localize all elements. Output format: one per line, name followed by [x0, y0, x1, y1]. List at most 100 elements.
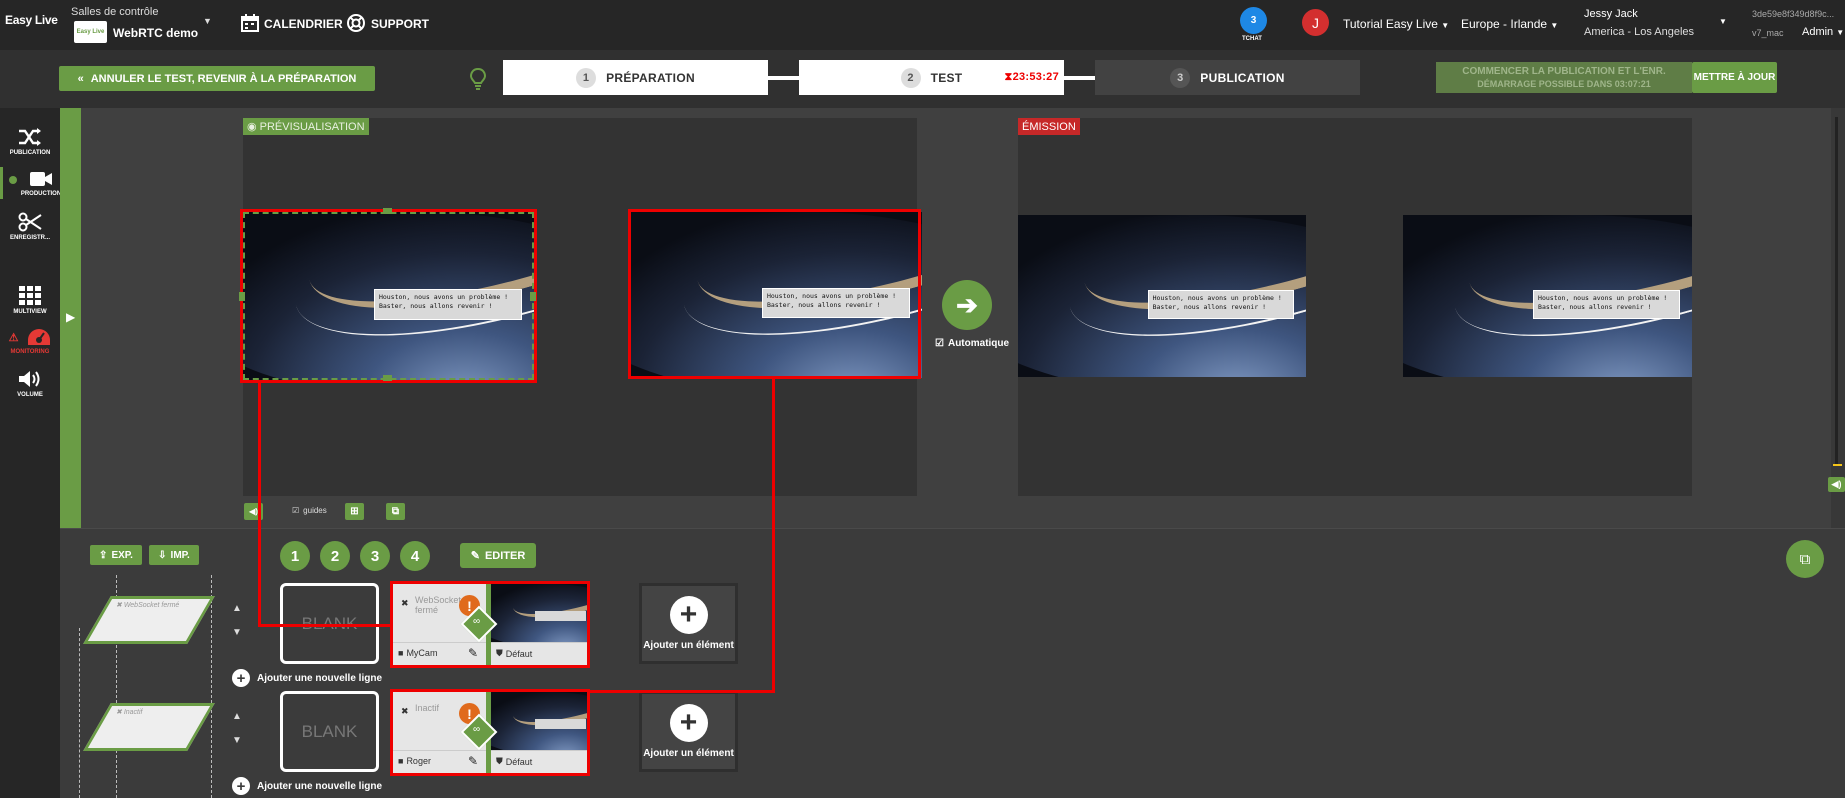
step-test[interactable]: 2 TEST ⧗23:53:27 — [799, 60, 1064, 95]
chevron-down-icon: ▼ — [1836, 28, 1845, 37]
link-icon: ∞ — [473, 724, 481, 735]
cancel-test-button[interactable]: «ANNULER LE TEST, REVENIR À LA PRÉPARATI… — [59, 66, 375, 91]
resize-handle[interactable] — [239, 292, 245, 301]
connector-line — [772, 378, 775, 693]
speaker-icon — [18, 369, 42, 389]
source-thumbnail — [490, 584, 587, 642]
plus-circle-icon: + — [232, 777, 250, 795]
sidebar-item-publication[interactable]: PUBLICATION — [0, 127, 60, 156]
speaker-icon[interactable]: ◀) — [1828, 477, 1845, 492]
camera-icon: ■ — [398, 756, 404, 766]
shield-icon: ⛊ — [496, 756, 503, 766]
auto-transition-toggle[interactable]: ☑ Automatique — [935, 338, 1009, 349]
resize-handle[interactable] — [383, 375, 392, 381]
emission-scene-1: Houston, nous avons un problème ! Baster,… — [1018, 215, 1306, 377]
checkbox-checked-icon: ☑ — [292, 506, 300, 515]
account-selector[interactable]: Tutorial Easy Live ▼ — [1343, 17, 1449, 31]
chevron-down-icon: ▼ — [1441, 21, 1450, 30]
add-line-button[interactable]: + Ajouter une nouvelle ligne — [232, 777, 382, 795]
popout-icon[interactable]: ⧉ — [386, 503, 405, 520]
expand-arrow-icon[interactable]: ▶ — [66, 310, 75, 324]
emission-label: ÉMISSION — [1018, 118, 1080, 135]
source-name: ■ Roger — [398, 756, 431, 766]
start-publication-button[interactable]: COMMENCER LA PUBLICATION ET L'ENR. DÉMAR… — [1436, 62, 1692, 93]
chevron-down-icon[interactable]: ▼ — [1719, 17, 1727, 26]
update-button[interactable]: METTRE À JOUR — [1692, 62, 1777, 93]
eye-icon: ◉ — [247, 121, 257, 133]
layout-button-3[interactable]: 3 — [360, 541, 390, 571]
connector-line — [258, 624, 391, 627]
lightbulb-icon[interactable] — [470, 68, 486, 90]
warning-icon: ⚠ — [8, 331, 19, 344]
calendar-link[interactable]: CALENDRIER — [264, 17, 343, 31]
source-card[interactable]: ✖ Inactif ! ∞ ■ Roger ✎ ⛊ Défaut — [390, 689, 590, 776]
role-selector[interactable]: Admin ▼ — [1802, 26, 1844, 38]
transition-button[interactable]: ➔ — [942, 280, 992, 330]
step-connector — [768, 76, 800, 80]
source-name: ■ MyCam — [398, 648, 438, 658]
step-preparation[interactable]: 1 PRÉPARATION — [503, 60, 768, 95]
session-id: 3de59e8f349d8f9c... — [1752, 9, 1835, 19]
resize-handle[interactable] — [530, 292, 536, 301]
popout-icon[interactable]: ⧉ — [1786, 540, 1824, 578]
blank-scene[interactable]: BLANK — [280, 691, 379, 772]
profile-name[interactable]: ⛊ Défaut — [496, 756, 532, 767]
add-element-button[interactable]: + Ajouter un élément — [639, 583, 738, 664]
preview-label: ◉ PRÉVISUALISATION — [243, 118, 369, 135]
volume-slider[interactable] — [1835, 117, 1838, 464]
speech-bubble: Houston, nous avons un problème ! Baster,… — [1147, 289, 1295, 319]
move-down-icon[interactable]: ▼ — [232, 735, 242, 746]
layout-thumbnail-label: ✖ WebSocket fermé — [116, 602, 180, 609]
pencil-icon[interactable]: ✎ — [468, 754, 478, 768]
layout-button-1[interactable]: 1 — [280, 541, 310, 571]
sidebar-item-multiview[interactable]: MULTIVIEW — [0, 286, 60, 315]
connector-line — [589, 690, 775, 693]
layout-button-2[interactable]: 2 — [320, 541, 350, 571]
layout-grid-icon[interactable]: ⊞ — [345, 503, 364, 520]
chevron-down-icon[interactable]: ▼ — [203, 16, 212, 26]
emission-scene-2: Houston, nous avons un problème ! Baster,… — [1403, 215, 1692, 377]
step-publication[interactable]: 3 PUBLICATION — [1095, 60, 1360, 95]
room-name[interactable]: WebRTC demo — [113, 26, 198, 40]
pencil-icon[interactable]: ✎ — [468, 646, 478, 660]
sidebar-item-volume[interactable]: VOLUME — [0, 369, 60, 398]
export-button[interactable]: ⇪ EXP. — [90, 545, 142, 565]
profile-name[interactable]: ⛊ Défaut — [496, 648, 532, 659]
chevron-down-icon: ▼ — [1550, 21, 1559, 30]
region-selector[interactable]: Europe - Irlande ▼ — [1461, 17, 1558, 31]
move-up-icon[interactable]: ▲ — [232, 711, 242, 722]
sidebar-item-monitoring[interactable]: ⚠ MONITORING — [0, 328, 60, 355]
import-button[interactable]: ⇩ IMP. — [149, 545, 199, 565]
source-thumbnail — [490, 692, 587, 750]
double-chevron-left-icon: « — [77, 72, 84, 85]
source-card[interactable]: ✖ WebSocket fermé ! ∞ ■ MyCam ✎ ⛊ Défaut — [390, 581, 590, 668]
edit-button[interactable]: ✎ EDITER — [460, 543, 536, 568]
add-line-button[interactable]: + Ajouter une nouvelle ligne — [232, 669, 382, 687]
calendar-icon[interactable] — [240, 13, 260, 33]
lifebuoy-icon[interactable] — [346, 13, 366, 33]
avatar[interactable]: J — [1302, 9, 1329, 36]
sidebar-item-recording[interactable]: ENREGISTR... — [0, 212, 60, 241]
move-down-icon[interactable]: ▼ — [232, 627, 242, 638]
chat-badge[interactable]: 3 — [1240, 7, 1267, 34]
app-logo[interactable]: Easy Live — [5, 13, 58, 27]
close-icon[interactable]: ✖ — [401, 706, 409, 717]
layout-button-4[interactable]: 4 — [400, 541, 430, 571]
download-icon: ⇩ — [158, 549, 167, 561]
link-icon: ∞ — [473, 616, 481, 627]
timezone: America - Los Angeles — [1584, 26, 1695, 38]
support-link[interactable]: SUPPORT — [371, 17, 429, 31]
add-element-button[interactable]: + Ajouter un élément — [639, 691, 738, 772]
user-name[interactable]: Jessy Jack — [1584, 8, 1638, 20]
version: v7_mac — [1752, 28, 1784, 38]
connector-line — [258, 381, 261, 627]
move-up-icon[interactable]: ▲ — [232, 603, 242, 614]
plus-icon: + — [669, 596, 708, 634]
room-logo: Easy Live — [74, 21, 107, 43]
guide-line — [79, 628, 80, 798]
shuffle-icon — [18, 127, 42, 147]
plus-circle-icon: + — [232, 669, 250, 687]
guides-toggle[interactable]: ☑ guides — [292, 506, 327, 515]
resize-handle[interactable] — [383, 208, 392, 214]
close-icon[interactable]: ✖ — [401, 598, 409, 609]
